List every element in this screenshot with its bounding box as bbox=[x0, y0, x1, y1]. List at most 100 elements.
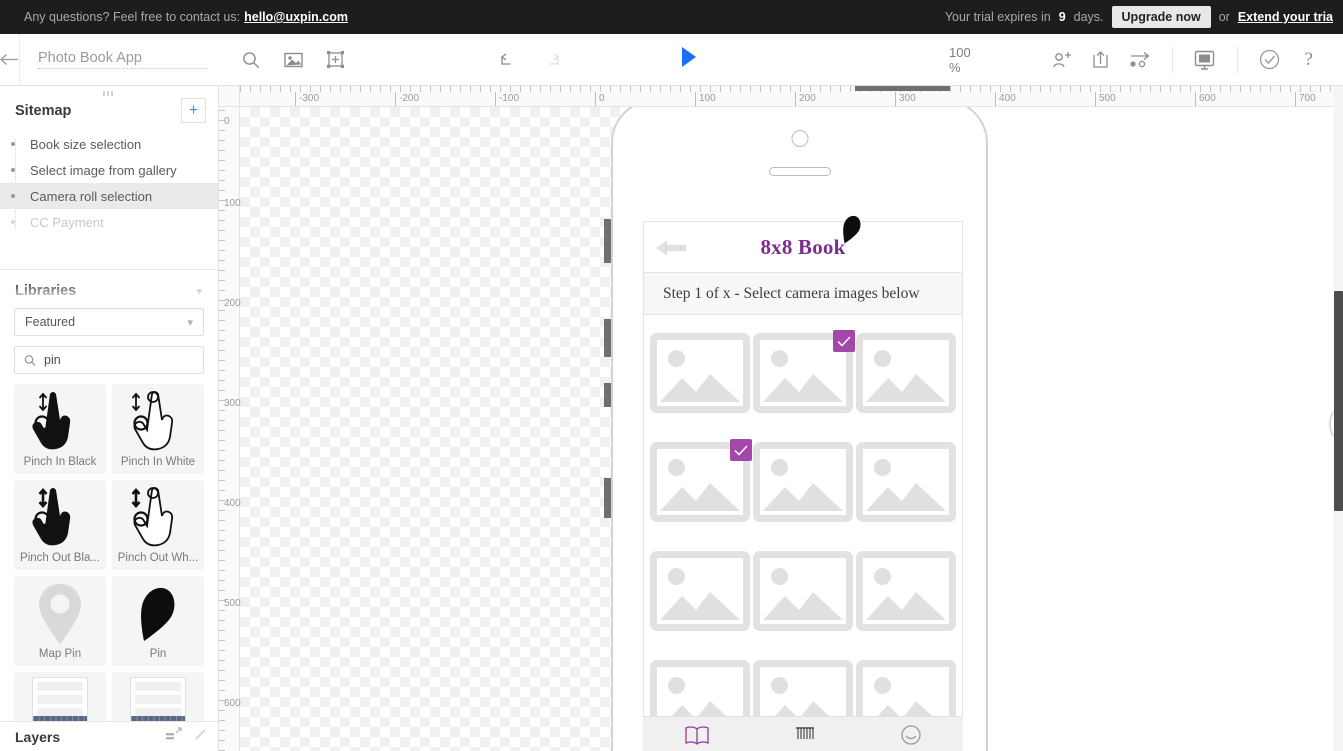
sitemap-item-camera-roll-selection[interactable]: Camera roll selection bbox=[0, 183, 218, 209]
presentation-icon[interactable] bbox=[1192, 47, 1218, 73]
photo-thumbnail[interactable] bbox=[856, 333, 956, 413]
photo-selected-checkbox[interactable] bbox=[833, 330, 855, 352]
canvas-grid[interactable]: 8x8 Book Step 1 of x - Select camera ima… bbox=[240, 107, 1343, 751]
photo-thumbnail[interactable] bbox=[753, 442, 853, 522]
contact-email-link[interactable]: hello@uxpin.com bbox=[244, 10, 348, 24]
ruler-label: 400 bbox=[224, 499, 241, 509]
scroll-handle[interactable] bbox=[604, 383, 611, 407]
extend-trial-link[interactable]: Extend your tria bbox=[1238, 10, 1333, 24]
panel-drag-handle[interactable] bbox=[103, 91, 115, 96]
photo-placeholder-icon bbox=[863, 340, 949, 406]
help-icon[interactable]: ? bbox=[1296, 47, 1322, 73]
library-item-map-pin[interactable]: Map Pin bbox=[14, 576, 106, 666]
photo-placeholder-icon bbox=[657, 340, 743, 406]
pinch-in-black-icon bbox=[28, 389, 92, 457]
libraries-header[interactable]: Libraries ▾ bbox=[0, 270, 218, 308]
library-item-pinch-in-black[interactable]: Pinch In Black bbox=[14, 384, 106, 474]
canvas-area[interactable]: -300 -200 -100 0 100 200 300 400 500 600… bbox=[219, 86, 1343, 751]
app-back-button[interactable] bbox=[654, 238, 688, 263]
library-item-pinch-out-white[interactable]: Pinch Out Wh... bbox=[112, 480, 204, 570]
photo-thumbnail[interactable] bbox=[650, 551, 750, 631]
library-item-pinch-in-white[interactable]: Pinch In White bbox=[112, 384, 204, 474]
add-page-button[interactable]: + bbox=[181, 98, 206, 123]
toolbar-right-icons: ? UXPin bbox=[1049, 46, 1343, 73]
ruler-label: 200 bbox=[795, 92, 816, 106]
ruler-label: 500 bbox=[1095, 92, 1116, 106]
add-element-icon[interactable] bbox=[322, 47, 348, 73]
photo-thumbnail[interactable] bbox=[650, 333, 750, 413]
search-icon[interactable] bbox=[238, 47, 264, 73]
photo-grid[interactable] bbox=[643, 315, 963, 751]
app-tabbar[interactable] bbox=[643, 716, 963, 751]
sitemap-list: Book size selection Select image from ga… bbox=[0, 131, 218, 239]
library-search[interactable] bbox=[14, 346, 204, 374]
sitemap-item-cc-payment[interactable]: CC Payment bbox=[0, 209, 218, 235]
library-item-pin[interactable]: Pin bbox=[112, 576, 204, 666]
library-item-pinch-out-black[interactable]: Pinch Out Bla... bbox=[14, 480, 106, 570]
ruler-label: 300 bbox=[224, 399, 241, 409]
editor-toolbar: Photo Book App bbox=[0, 34, 1343, 86]
photo-placeholder-icon bbox=[863, 449, 949, 515]
pinch-in-white-icon bbox=[126, 389, 190, 457]
scroll-handle[interactable] bbox=[604, 219, 611, 263]
upload-icon[interactable] bbox=[1088, 47, 1114, 73]
scroll-handle[interactable] bbox=[604, 478, 611, 518]
zoom-level-control[interactable]: 100 % bbox=[949, 45, 971, 75]
check-icon bbox=[734, 445, 748, 456]
check-icon bbox=[837, 336, 851, 347]
ruler-label: 500 bbox=[224, 599, 241, 609]
photo-row bbox=[649, 551, 957, 631]
book-icon[interactable] bbox=[684, 725, 710, 750]
scrollbar-thumb[interactable] bbox=[1334, 291, 1343, 511]
upgrade-now-button[interactable]: Upgrade now bbox=[1112, 6, 1211, 28]
library-search-input[interactable] bbox=[44, 353, 194, 367]
back-button[interactable] bbox=[0, 34, 20, 85]
canvas-vertical-scrollbar[interactable] bbox=[1334, 86, 1343, 751]
horizontal-ruler[interactable]: -300 -200 -100 0 100 200 300 400 500 600… bbox=[240, 86, 1343, 107]
toolbar-divider bbox=[1172, 47, 1173, 73]
app-header: 8x8 Book bbox=[643, 221, 963, 273]
library-item-label: Pin bbox=[112, 648, 204, 660]
prototype-screen[interactable]: 8x8 Book Step 1 of x - Select camera ima… bbox=[643, 221, 963, 751]
chevron-down-icon[interactable]: ▾ bbox=[196, 285, 202, 298]
or-label: or bbox=[1219, 10, 1230, 24]
ruler-label: -100 bbox=[495, 92, 519, 106]
sitemap-item-book-size-selection[interactable]: Book size selection bbox=[0, 131, 218, 157]
collapse-icon[interactable] bbox=[194, 728, 207, 746]
preview-button[interactable] bbox=[679, 46, 699, 73]
photo-thumbnail[interactable] bbox=[856, 551, 956, 631]
vertical-ruler[interactable]: 0 100 200 300 400 500 600 bbox=[219, 107, 240, 751]
interactions-icon[interactable] bbox=[1127, 47, 1153, 73]
trial-prefix: Your trial expires in bbox=[945, 10, 1051, 24]
layers-section-header[interactable]: Layers bbox=[0, 721, 219, 751]
photo-row bbox=[649, 442, 957, 522]
contact-info: Any questions? Feel free to contact us: … bbox=[24, 10, 348, 24]
pinch-out-black-icon bbox=[28, 485, 92, 553]
photo-thumbnail[interactable] bbox=[753, 551, 853, 631]
library-item-label: Map Pin bbox=[14, 648, 106, 660]
trial-days: 9 bbox=[1059, 10, 1066, 24]
check-circle-icon[interactable] bbox=[1257, 47, 1283, 73]
face-icon[interactable] bbox=[900, 724, 922, 751]
scroll-handle[interactable] bbox=[604, 319, 611, 357]
project-title-input[interactable]: Photo Book App bbox=[38, 50, 208, 69]
pinch-out-white-icon bbox=[126, 485, 190, 553]
photo-thumbnail[interactable] bbox=[753, 333, 853, 413]
toolbar-left-icons bbox=[238, 47, 348, 73]
device-speaker-icon bbox=[769, 167, 831, 176]
image-icon[interactable] bbox=[280, 47, 306, 73]
photo-thumbnail[interactable] bbox=[856, 442, 956, 522]
undo-icon[interactable] bbox=[493, 47, 519, 73]
sitemap-item-select-image-from-gallery[interactable]: Select image from gallery bbox=[0, 157, 218, 183]
layers-actions bbox=[165, 727, 207, 746]
ruler-label: 600 bbox=[1195, 92, 1216, 106]
ruler-label: 200 bbox=[224, 299, 241, 309]
photo-thumbnail[interactable] bbox=[650, 442, 750, 522]
device-frame-iphone[interactable]: 8x8 Book Step 1 of x - Select camera ima… bbox=[611, 107, 988, 751]
expand-icon[interactable] bbox=[165, 727, 182, 746]
add-user-icon[interactable] bbox=[1049, 47, 1075, 73]
photo-selected-checkbox[interactable] bbox=[730, 439, 752, 461]
ruler-label: 100 bbox=[224, 199, 241, 209]
shelf-icon[interactable] bbox=[793, 725, 817, 750]
library-select[interactable]: Featured ▾ bbox=[14, 308, 204, 336]
